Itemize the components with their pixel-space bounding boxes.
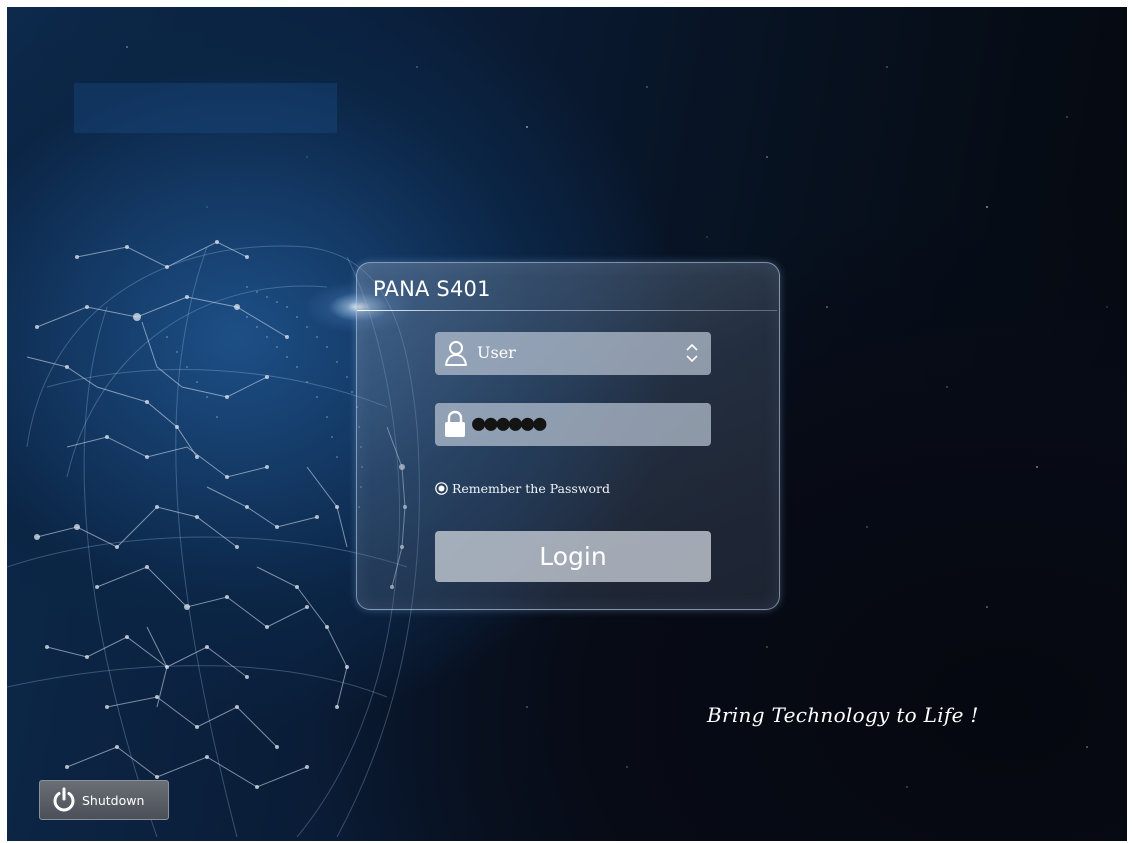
lock-icon <box>445 410 465 437</box>
login-button[interactable]: Login <box>435 531 711 582</box>
power-icon <box>53 787 75 812</box>
shutdown-button[interactable]: Shutdown <box>39 780 169 820</box>
password-field[interactable]: ●●●●●● <box>435 403 711 446</box>
panel-title: PANA S401 <box>373 277 491 301</box>
slogan-text: Bring Technology to Life ! <box>707 703 979 727</box>
top-banner-strip <box>74 83 337 133</box>
spin-updown-icon[interactable] <box>685 342 699 364</box>
user-field-value: User <box>477 343 516 362</box>
password-field-value: ●●●●●● <box>472 411 546 436</box>
title-divider <box>357 310 777 311</box>
login-panel: PANA S401 User ●●●●●● Remember the Passw… <box>356 262 780 610</box>
remember-password-label: Remember the Password <box>452 480 611 496</box>
radio-checked-icon[interactable] <box>435 481 448 495</box>
user-select-field[interactable]: User <box>435 332 711 375</box>
user-icon <box>445 341 467 366</box>
remember-password-option[interactable]: Remember the Password <box>435 478 610 498</box>
login-screen: PANA S401 User ●●●●●● Remember the Passw… <box>7 7 1127 841</box>
shutdown-label: Shutdown <box>82 793 145 808</box>
